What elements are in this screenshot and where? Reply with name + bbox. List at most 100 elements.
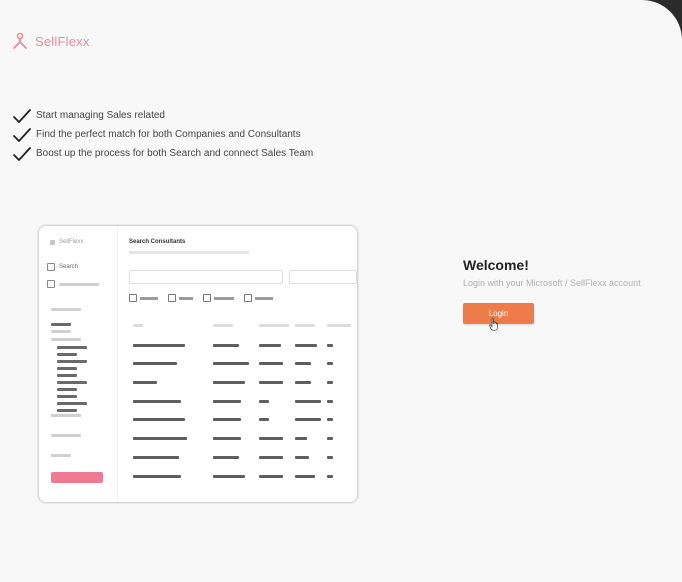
preview-placeholder-line bbox=[57, 388, 77, 391]
preview-chip-icon bbox=[129, 294, 137, 302]
preview-placeholder-line bbox=[59, 282, 99, 286]
feature-item: Start managing Sales related bbox=[12, 106, 313, 125]
preview-placeholder-line bbox=[259, 437, 283, 440]
preview-table-row bbox=[129, 437, 357, 441]
preview-placeholder-line bbox=[133, 437, 187, 440]
login-subtitle: Login with your Microsoft / SellFlexx ac… bbox=[463, 278, 641, 288]
feature-list: Start managing Sales related Find the pe… bbox=[12, 106, 313, 163]
preview-placeholder-line bbox=[129, 251, 249, 254]
preview-placeholder-line bbox=[57, 402, 87, 405]
preview-placeholder-line bbox=[295, 437, 307, 440]
preview-table-header bbox=[129, 324, 357, 328]
preview-placeholder-line bbox=[57, 360, 87, 363]
checkmark-icon bbox=[13, 146, 31, 161]
brand-name: SellFlexx bbox=[35, 33, 90, 49]
preview-brand-name: SellFlexx bbox=[59, 239, 84, 245]
preview-placeholder-line bbox=[295, 324, 315, 327]
preview-main: Search Consultants bbox=[129, 226, 357, 502]
feature-item: Find the perfect match for both Companie… bbox=[12, 125, 313, 144]
preview-placeholder-line bbox=[295, 418, 321, 421]
feature-text: Find the perfect match for both Companie… bbox=[36, 129, 301, 140]
preview-placeholder-line bbox=[214, 296, 234, 300]
preview-placeholder-line bbox=[57, 353, 77, 356]
preview-page-title: Search Consultants bbox=[129, 239, 186, 245]
preview-chip bbox=[129, 294, 158, 302]
preview-button bbox=[51, 472, 103, 483]
preview-search-box bbox=[129, 270, 283, 284]
preview-chip bbox=[168, 294, 193, 302]
preview-placeholder-line bbox=[259, 324, 289, 327]
preview-placeholder-line bbox=[213, 324, 233, 327]
preview-placeholder-line bbox=[295, 381, 311, 384]
preview-placeholder-line bbox=[213, 475, 245, 478]
hand-cursor-icon bbox=[489, 318, 499, 331]
brand-logo: SellFlexx bbox=[12, 32, 90, 50]
preview-brand: SellFlexx bbox=[50, 239, 83, 245]
preview-nav-item bbox=[47, 280, 99, 288]
preview-placeholder-line bbox=[327, 381, 333, 384]
preview-placeholder-line bbox=[259, 456, 283, 459]
preview-placeholder-line bbox=[259, 362, 283, 365]
preview-placeholder-line bbox=[259, 418, 269, 421]
preview-filter-chips bbox=[129, 294, 273, 302]
preview-chip bbox=[244, 294, 273, 302]
welcome-title: Welcome! bbox=[463, 257, 529, 273]
sellflexx-logo-icon bbox=[13, 32, 27, 49]
preview-placeholder-line bbox=[327, 437, 333, 440]
preview-placeholder-line bbox=[327, 362, 333, 365]
preview-placeholder-line bbox=[133, 418, 185, 421]
preview-placeholder-line bbox=[213, 456, 239, 459]
preview-placeholder-line bbox=[259, 381, 283, 384]
preview-placeholder-line bbox=[327, 344, 333, 347]
preview-placeholder-line bbox=[140, 296, 158, 300]
preview-placeholder-line bbox=[51, 338, 81, 341]
preview-table-row bbox=[129, 456, 357, 460]
preview-placeholder-line bbox=[327, 418, 333, 421]
preview-placeholder-line bbox=[259, 400, 269, 403]
checkmark-icon bbox=[13, 108, 31, 123]
preview-select-box bbox=[289, 270, 357, 284]
preview-placeholder-line bbox=[213, 381, 245, 384]
preview-placeholder-line bbox=[51, 454, 71, 457]
checkmark-icon bbox=[13, 127, 31, 142]
preview-nav-icon bbox=[47, 280, 55, 288]
app-preview-screenshot: SellFlexx Search Search Consultants bbox=[38, 225, 358, 503]
preview-placeholder-line bbox=[259, 344, 281, 347]
feature-text: Start managing Sales related bbox=[36, 110, 165, 121]
preview-placeholder-line bbox=[327, 475, 333, 478]
login-page: SellFlexx Start managing Sales related F… bbox=[0, 0, 682, 582]
preview-placeholder-line bbox=[295, 362, 311, 365]
preview-placeholder-line bbox=[51, 434, 81, 437]
preview-placeholder-line bbox=[133, 400, 181, 403]
preview-placeholder-line bbox=[295, 475, 315, 478]
preview-placeholder-line bbox=[213, 418, 241, 421]
preview-placeholder-line bbox=[213, 344, 239, 347]
preview-placeholder-line bbox=[327, 456, 333, 459]
preview-table-row bbox=[129, 344, 357, 348]
preview-placeholder-line bbox=[51, 308, 81, 311]
preview-placeholder-line bbox=[57, 395, 77, 398]
preview-placeholder-line bbox=[133, 362, 177, 365]
preview-chip bbox=[203, 294, 234, 302]
preview-placeholder-line bbox=[255, 296, 273, 300]
preview-placeholder-line bbox=[213, 400, 241, 403]
preview-placeholder-line bbox=[213, 362, 249, 365]
preview-placeholder-line bbox=[295, 400, 321, 403]
feature-text: Boost up the process for both Search and… bbox=[36, 148, 314, 159]
preview-table-row bbox=[129, 362, 357, 366]
preview-placeholder-line bbox=[133, 456, 179, 459]
preview-placeholder-line bbox=[51, 330, 71, 333]
preview-placeholder-line bbox=[259, 475, 283, 478]
preview-nav-label: Search bbox=[59, 264, 79, 270]
preview-placeholder-line bbox=[51, 414, 81, 417]
preview-placeholder-line bbox=[51, 323, 71, 326]
preview-chip-icon bbox=[244, 294, 252, 302]
preview-placeholder-line bbox=[57, 346, 87, 349]
preview-placeholder-line bbox=[213, 437, 241, 440]
preview-placeholder-line bbox=[179, 296, 193, 300]
preview-placeholder-line bbox=[133, 381, 157, 384]
preview-placeholder-line bbox=[57, 381, 87, 384]
preview-placeholder-line bbox=[57, 374, 77, 377]
preview-table-row bbox=[129, 418, 357, 422]
preview-placeholder-line bbox=[327, 324, 351, 327]
